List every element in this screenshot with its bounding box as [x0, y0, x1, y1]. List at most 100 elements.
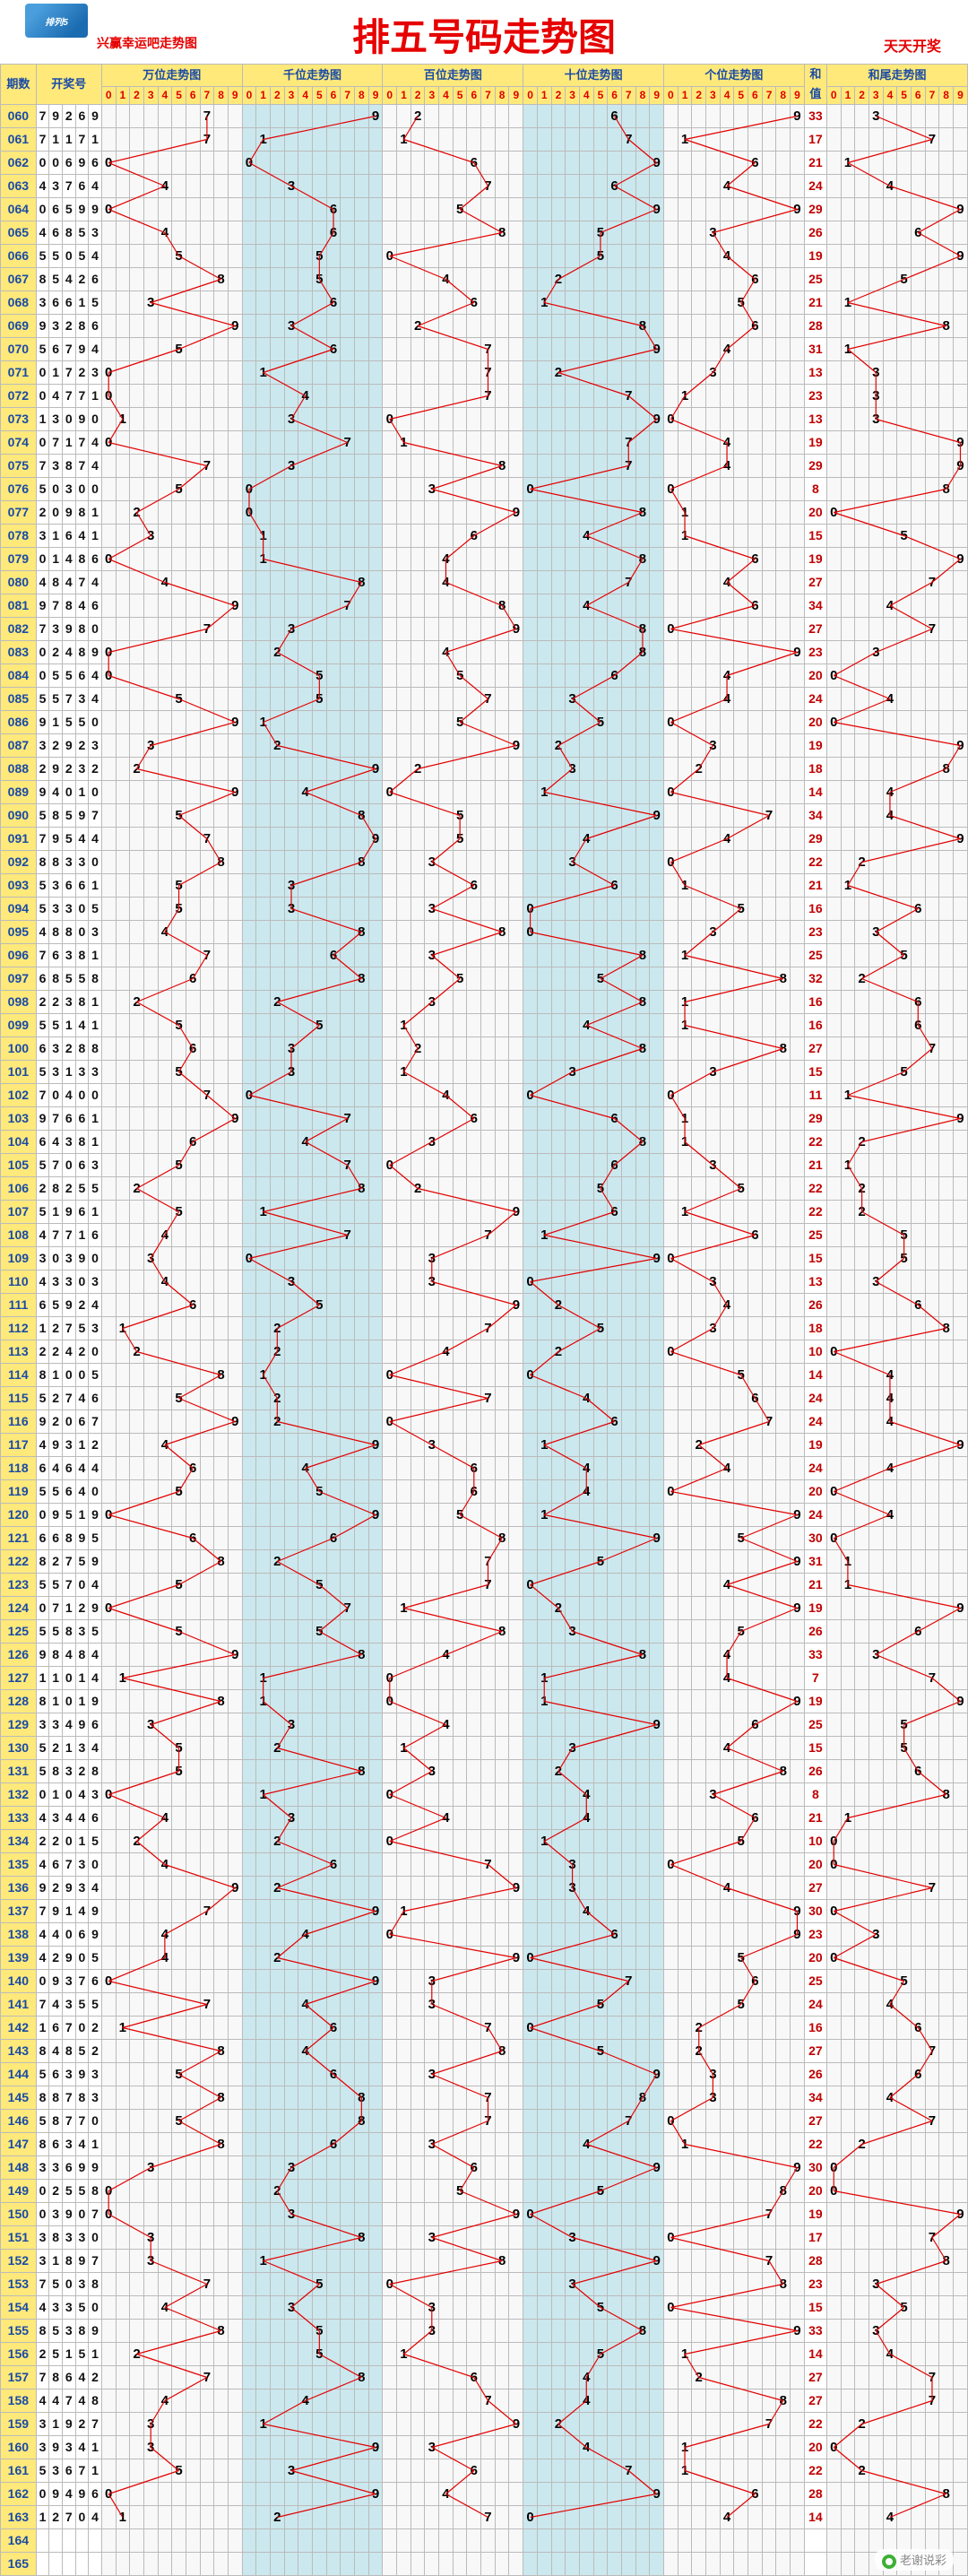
- table-row: 1620949609496288: [1, 2483, 968, 2506]
- table-row: 1216689566895300: [1, 1527, 968, 1550]
- table-row: 1369293492934277: [1, 1877, 968, 1900]
- table-row: 0683661536615211: [1, 291, 968, 315]
- table-row: 0830248902489233: [1, 641, 968, 664]
- wechat-icon: [882, 2554, 896, 2569]
- table-row: 1584474844748277: [1, 2390, 968, 2413]
- header-nums: 开奖号: [36, 65, 101, 105]
- header-group-ge: 个位走势图: [664, 65, 805, 87]
- table-row: 1132242022420100: [1, 1340, 968, 1364]
- header-issue: 期数: [1, 65, 37, 105]
- table-row: 0607926979269333: [1, 105, 968, 128]
- table-row: 0976855868558322: [1, 967, 968, 991]
- table-row: 1513833038330177: [1, 2226, 968, 2250]
- table-header: 期数 开奖号 万位走势图 千位走势图 百位走势图 十位走势图 个位走势图 和值 …: [1, 65, 968, 105]
- table-row: 1577864278642277: [1, 2366, 968, 2390]
- logo-badge: 排列5: [25, 4, 88, 38]
- table-row: 1558538985389333: [1, 2320, 968, 2343]
- table-row: 1075196151961222: [1, 1201, 968, 1224]
- table-row: 0840556405564200: [1, 664, 968, 688]
- table-row: 0827398073980277: [1, 618, 968, 641]
- table-row: 1490255802558200: [1, 2180, 968, 2203]
- table-row: 0699328693286288: [1, 315, 968, 338]
- table-row: 0710172301723133: [1, 361, 968, 385]
- table-row: 1305213452134155: [1, 1737, 968, 1760]
- table-row: 164: [1, 2529, 968, 2553]
- table-row: 0804847448474277: [1, 571, 968, 594]
- table-row: 0783164131641155: [1, 525, 968, 548]
- table-row: 0665505455054199: [1, 245, 968, 268]
- table-row: 165: [1, 2553, 968, 2576]
- table-body: 0607926979269333061711717117117706200696…: [1, 105, 968, 2576]
- header-group-shi: 十位走势图: [523, 65, 664, 87]
- table-row: 0705679456794311: [1, 338, 968, 361]
- table-row: 1500390703907199: [1, 2203, 968, 2226]
- header-group-bai: 百位走势图: [383, 65, 523, 87]
- table-row: 1603934139341200: [1, 2436, 968, 2459]
- table-row: 0954880348803233: [1, 921, 968, 944]
- header-sum: 和值: [804, 65, 826, 105]
- table-row: 0819784697846344: [1, 594, 968, 618]
- table-row: 1544335043350155: [1, 2296, 968, 2320]
- table-row: 1465877058770277: [1, 2110, 968, 2133]
- table-row: 0905859758597344: [1, 804, 968, 828]
- table-row: 1342201522015100: [1, 1830, 968, 1853]
- table-row: 1445639356393266: [1, 2063, 968, 2086]
- table-row: 0790148601486199: [1, 548, 968, 571]
- table-row: 0873292332923199: [1, 734, 968, 758]
- table-row: 1006328863288277: [1, 1037, 968, 1061]
- table-row: 1631270412704144: [1, 2506, 968, 2529]
- watermark: 老谢说彩: [875, 2549, 954, 2571]
- table-row: 1186464464644244: [1, 1457, 968, 1480]
- table-row: 1084771647716255: [1, 1224, 968, 1247]
- table-row: 1155274652746244: [1, 1387, 968, 1410]
- table-row: 1169206792067244: [1, 1410, 968, 1434]
- table-row: 1394290542905200: [1, 1947, 968, 1970]
- table-row: 1027040070400111: [1, 1084, 968, 1107]
- table-row: 1400937609376255: [1, 1970, 968, 1993]
- table-row: 1537503875038233: [1, 2273, 968, 2296]
- lottery-trend-chart: 排列5 排五号码走势图 兴赢幸运吧走势图 天天开奖 期数 开奖号 万位走势图 千…: [0, 0, 968, 2576]
- table-row: 076503005030088: [1, 478, 968, 501]
- header-group-qian: 千位走势图: [242, 65, 383, 87]
- table-row: 127110141101477: [1, 1667, 968, 1690]
- table-row: 0757387473874299: [1, 455, 968, 478]
- table-row: 1255583555835266: [1, 1620, 968, 1644]
- table-row: 0855573455734244: [1, 688, 968, 711]
- table-row: 1228275982759311: [1, 1550, 968, 1574]
- table-row: 1269848498484333: [1, 1644, 968, 1667]
- table-row: 1235570455704211: [1, 1574, 968, 1597]
- table-row: 0654685346853266: [1, 221, 968, 245]
- table-row: 1615367153671222: [1, 2459, 968, 2483]
- table-row: 0869155091550200: [1, 711, 968, 734]
- table-row: 0678542685426255: [1, 268, 968, 291]
- table-row: 0899401094010144: [1, 781, 968, 804]
- table-row: 1093039030390155: [1, 1247, 968, 1271]
- table-row: 1288101981019199: [1, 1690, 968, 1713]
- table-row: 1354673046730200: [1, 1853, 968, 1877]
- table-row: 1315832858328266: [1, 1760, 968, 1783]
- table-row: 0640659906599299: [1, 198, 968, 221]
- table-row: 1384406944069233: [1, 1923, 968, 1947]
- table-row: 1148100581005144: [1, 1364, 968, 1387]
- table-row: 0617117171171177: [1, 128, 968, 152]
- table-row: 1055706357063211: [1, 1154, 968, 1177]
- table-row: 0634376443764244: [1, 175, 968, 198]
- table-row: 1562515125151144: [1, 2343, 968, 2366]
- table-row: 1046438164381222: [1, 1131, 968, 1154]
- table-row: 1593192731927222: [1, 2413, 968, 2436]
- table-row: 0620069600696211: [1, 152, 968, 175]
- table-row: 1478634186341222: [1, 2133, 968, 2156]
- table-row: 0945330553305166: [1, 898, 968, 921]
- subtitle-left: 兴赢幸运吧走势图: [97, 34, 197, 52]
- table-row: 1293349633496255: [1, 1713, 968, 1737]
- table-row: 0740717407174199: [1, 431, 968, 455]
- table-row: 132010430104388: [1, 1783, 968, 1807]
- table-row: 1483369933699300: [1, 2156, 968, 2180]
- table-row: 1104330343303133: [1, 1271, 968, 1294]
- subtitle-right: 天天开奖: [884, 34, 941, 56]
- table-row: 1458878388783344: [1, 2086, 968, 2110]
- table-row: 1421670216702166: [1, 2017, 968, 2040]
- table-row: 0935366153661211: [1, 874, 968, 898]
- table-row: 1062825528255222: [1, 1177, 968, 1201]
- table-row: 0720477104771233: [1, 385, 968, 408]
